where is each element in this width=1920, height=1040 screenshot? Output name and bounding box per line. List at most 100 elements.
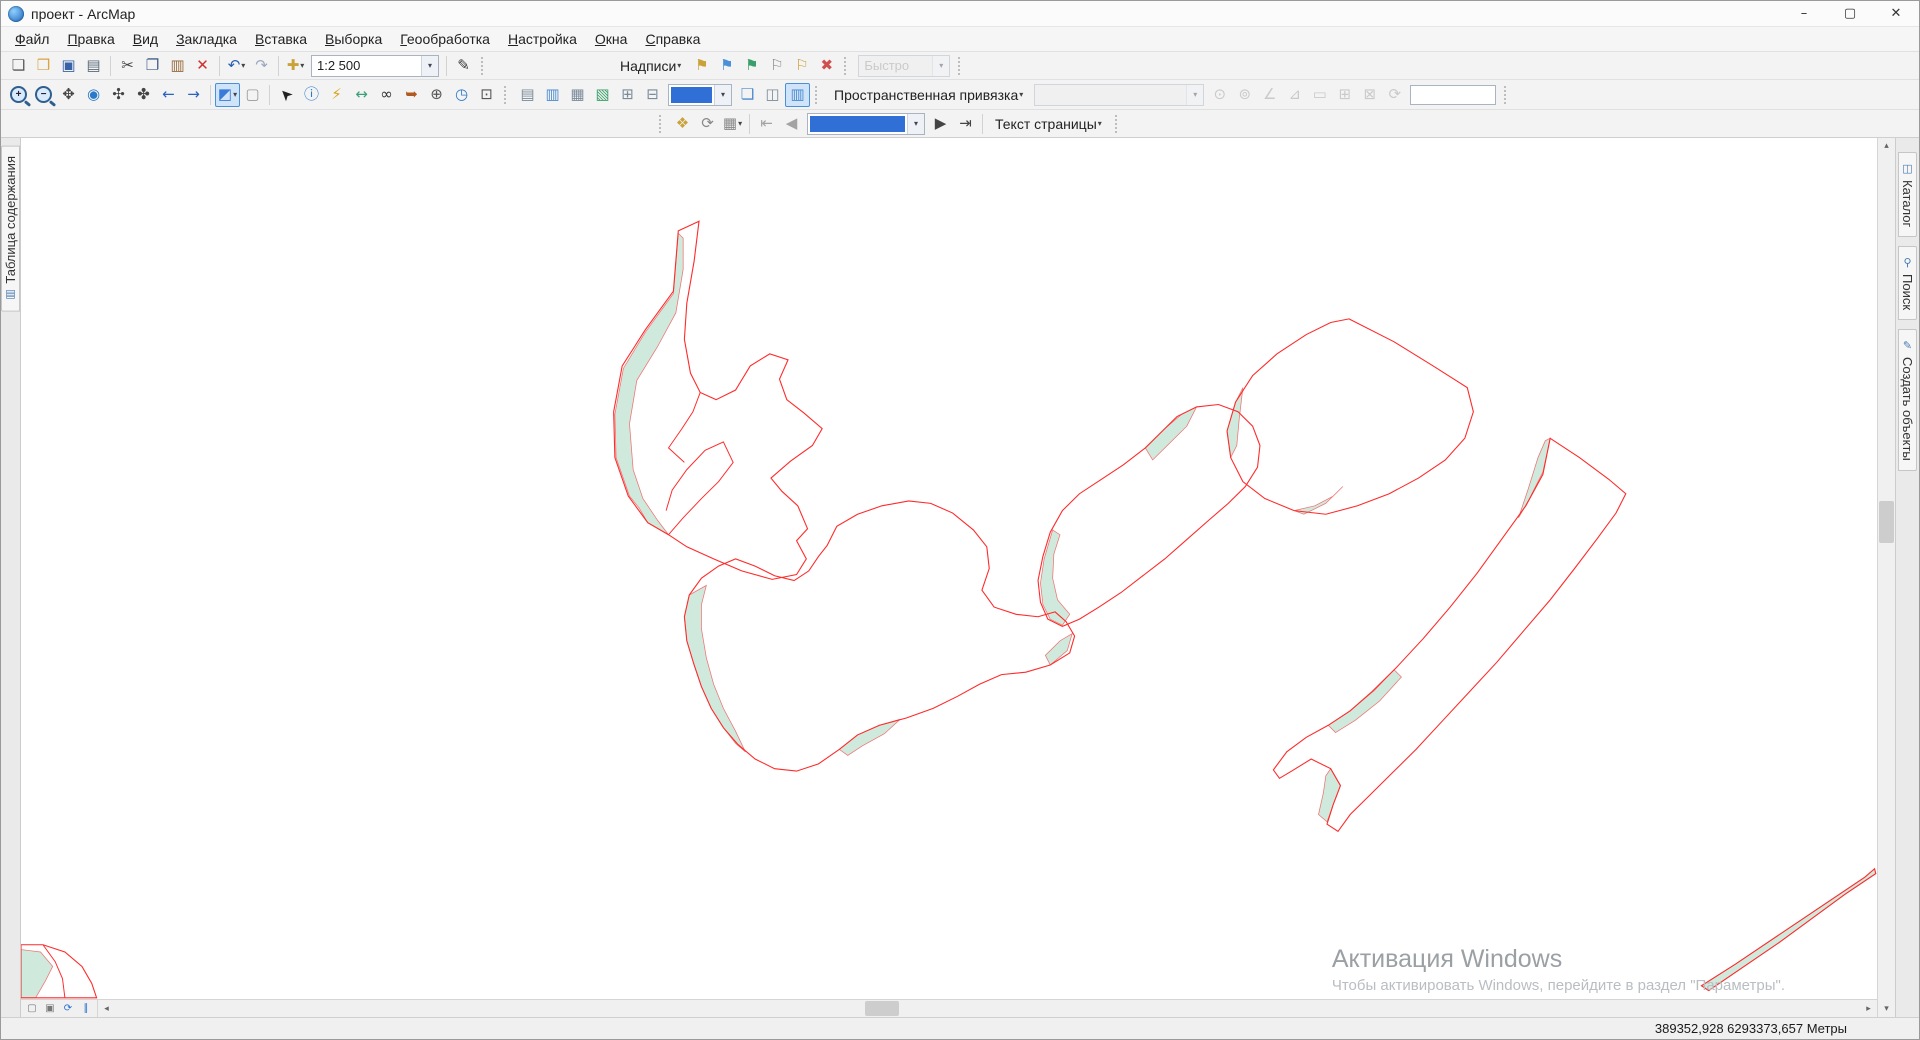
- lock-labels-icon[interactable]: ⚐: [764, 54, 789, 78]
- toolbar-grip[interactable]: [958, 57, 964, 75]
- print-icon[interactable]: ▤: [81, 54, 106, 78]
- select-elements-icon[interactable]: ➤: [274, 83, 299, 107]
- focus-dataframe-icon[interactable]: ❖: [670, 112, 695, 136]
- layout-view-button[interactable]: ▣: [42, 1002, 58, 1016]
- next-page-icon[interactable]: ▶: [928, 112, 953, 136]
- vertical-scrollbar[interactable]: ▴ ▾: [1877, 138, 1895, 1017]
- label-priority-icon[interactable]: ⚑: [714, 54, 739, 78]
- vertical-scroll-track[interactable]: [1878, 154, 1895, 1001]
- pan-hand-icon[interactable]: ✥: [56, 83, 81, 107]
- delete-icon[interactable]: ✕: [190, 54, 215, 78]
- editor-pencil-icon[interactable]: ✎: [451, 54, 476, 78]
- copy-icon[interactable]: ❐: [140, 54, 165, 78]
- toolbar-grip[interactable]: [481, 57, 487, 75]
- pause-drawing-button[interactable]: ∥: [78, 1002, 94, 1016]
- back-extent-icon[interactable]: ←: [156, 83, 181, 107]
- scroll-up-button[interactable]: ▴: [1878, 138, 1895, 154]
- refresh-map-button[interactable]: ⟳: [60, 1002, 76, 1016]
- frame-tool-icon-3[interactable]: ▦: [565, 83, 590, 107]
- zoom-whole-page-icon[interactable]: ◫: [760, 83, 785, 107]
- search-tab[interactable]: ⚲Поиск: [1898, 246, 1917, 320]
- html-popup-icon[interactable]: ⚡: [324, 83, 349, 107]
- save-icon[interactable]: ▣: [56, 54, 81, 78]
- time-slider-icon[interactable]: ◷: [449, 83, 474, 107]
- fixed-zoom-in-icon[interactable]: ✣: [106, 83, 131, 107]
- full-extent-globe-icon[interactable]: ◉: [81, 83, 106, 107]
- view-unplaced-labels-icon[interactable]: ✖: [814, 54, 839, 78]
- toolbar-grip[interactable]: [815, 86, 821, 104]
- frame-tool-icon-4[interactable]: ▧: [590, 83, 615, 107]
- new-document-icon[interactable]: ❏: [6, 54, 31, 78]
- menu-item[interactable]: Вставка: [246, 29, 316, 49]
- add-data-icon[interactable]: ✚▾: [283, 54, 308, 78]
- maximize-button[interactable]: ▢: [1827, 1, 1873, 26]
- viewer-window-icon[interactable]: ⊡: [474, 83, 499, 107]
- frame-tool-icon-5[interactable]: ⊞: [615, 83, 640, 107]
- forward-extent-icon[interactable]: →: [181, 83, 206, 107]
- current-page-combobox-dropdown-icon[interactable]: ▾: [907, 114, 924, 134]
- zoom-out-icon[interactable]: −: [31, 83, 56, 107]
- fixed-zoom-out-icon[interactable]: ✤: [131, 83, 156, 107]
- menu-item[interactable]: Настройка: [499, 29, 586, 49]
- menu-item[interactable]: Окна: [586, 29, 637, 49]
- last-page-icon[interactable]: ⇥: [953, 112, 978, 136]
- labels-menu-button[interactable]: Надписи▾: [612, 56, 689, 76]
- toolbar-grip[interactable]: [1504, 86, 1510, 104]
- horizontal-scroll-thumb[interactable]: [865, 1001, 899, 1016]
- menu-item[interactable]: Выборка: [316, 29, 391, 49]
- frame-tool-icon-6[interactable]: ⊟: [640, 83, 665, 107]
- toolbar-grip[interactable]: [1115, 115, 1121, 133]
- menu-item[interactable]: Закладка: [167, 29, 246, 49]
- page-text-menu-button[interactable]: Текст страницы▾: [987, 114, 1110, 134]
- data-view-button[interactable]: ▢: [24, 1002, 40, 1016]
- toolbar-grip[interactable]: [659, 115, 665, 133]
- reference-scale-combobox[interactable]: ▾: [668, 84, 732, 106]
- identify-icon[interactable]: ⓘ: [299, 83, 324, 107]
- select-features-icon[interactable]: ◩▾: [215, 83, 240, 107]
- frame-tool-icon-1[interactable]: ▤: [515, 83, 540, 107]
- open-folder-icon[interactable]: ❒: [31, 54, 56, 78]
- scroll-left-button[interactable]: ◂: [98, 1000, 115, 1017]
- clear-selection-icon[interactable]: ▢: [240, 83, 265, 107]
- reference-scale-combobox-dropdown-icon[interactable]: ▾: [714, 85, 731, 105]
- refresh-page-icon[interactable]: ⟳: [695, 112, 720, 136]
- redo-icon[interactable]: ↷: [249, 54, 274, 78]
- catalog-tab[interactable]: ◫Каталог: [1898, 152, 1917, 237]
- scroll-down-button[interactable]: ▾: [1878, 1001, 1895, 1017]
- find-binoculars-icon[interactable]: ∞: [374, 83, 399, 107]
- paste-icon[interactable]: ▥: [165, 54, 190, 78]
- toolbar-text-input[interactable]: [1410, 85, 1496, 105]
- horizontal-scrollbar[interactable]: [115, 1000, 1860, 1017]
- frame-tool-icon-2[interactable]: ▥: [540, 83, 565, 107]
- minimize-button[interactable]: –: [1781, 1, 1827, 26]
- toggle-draft-mode-icon[interactable]: ▥: [785, 83, 810, 107]
- create-features-tab[interactable]: ✎Создать объекты: [1898, 329, 1917, 471]
- map-canvas[interactable]: Активация Windows Чтобы активировать Win…: [21, 138, 1877, 999]
- menu-item[interactable]: Файл: [6, 29, 58, 49]
- zoom-in-icon[interactable]: +: [6, 83, 31, 107]
- toolbar-grip[interactable]: [504, 86, 510, 104]
- cut-icon[interactable]: ✂: [115, 54, 140, 78]
- menu-item[interactable]: Правка: [58, 29, 123, 49]
- goto-xy-icon[interactable]: ⊕: [424, 83, 449, 107]
- pause-labeling-icon[interactable]: ⚐: [789, 54, 814, 78]
- map-scale-combobox-dropdown-icon[interactable]: ▾: [421, 56, 438, 76]
- find-route-icon[interactable]: ➥: [399, 83, 424, 107]
- toolbar-grip[interactable]: [844, 57, 850, 75]
- close-button[interactable]: ✕: [1873, 1, 1919, 26]
- menu-item[interactable]: Справка: [636, 29, 709, 49]
- full-page-icon[interactable]: ❏: [735, 83, 760, 107]
- vertical-scroll-thumb[interactable]: [1879, 501, 1894, 543]
- label-manager-icon[interactable]: ⚑: [689, 54, 714, 78]
- map-scale-combobox[interactable]: 1:2 500▾: [311, 55, 439, 77]
- menu-item[interactable]: Вид: [124, 29, 167, 49]
- page-grid-icon[interactable]: ▦▾: [720, 112, 745, 136]
- label-weight-icon[interactable]: ⚑: [739, 54, 764, 78]
- menu-item[interactable]: Геообработка: [391, 29, 499, 49]
- undo-icon[interactable]: ↶▾: [224, 54, 249, 78]
- measure-icon[interactable]: ↔: [349, 83, 374, 107]
- current-page-combobox[interactable]: ▾: [807, 113, 925, 135]
- scroll-right-button[interactable]: ▸: [1860, 1000, 1877, 1017]
- table-of-contents-tab[interactable]: ▤ Таблица содержания: [1, 146, 20, 312]
- snapping-menu-button[interactable]: Пространственная привязка▾: [826, 85, 1031, 105]
